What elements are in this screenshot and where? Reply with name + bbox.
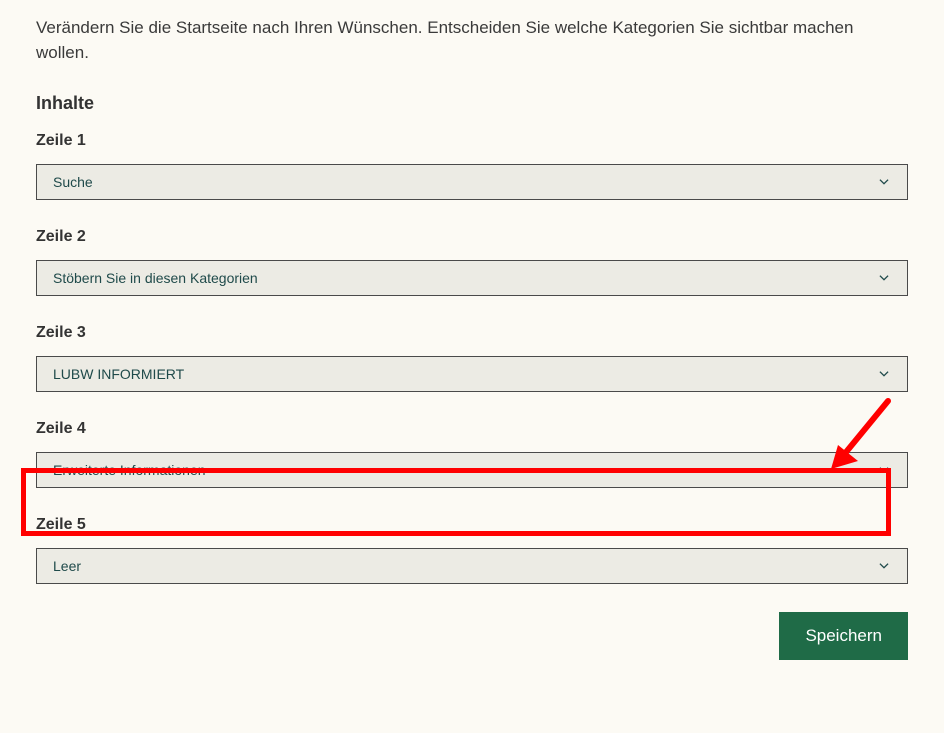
row2-label: Zeile 2 (36, 228, 908, 246)
intro-text: Verändern Sie die Startseite nach Ihren … (36, 16, 908, 65)
row3-select[interactable]: LUBW INFORMIERT (36, 356, 908, 392)
chevron-down-icon (877, 559, 891, 573)
chevron-down-icon (877, 271, 891, 285)
chevron-down-icon (877, 175, 891, 189)
row2-select[interactable]: Stöbern Sie in diesen Kategorien (36, 260, 908, 296)
row1-label: Zeile 1 (36, 132, 908, 150)
row5-select[interactable]: Leer (36, 548, 908, 584)
chevron-down-icon (877, 463, 891, 477)
row3-select-value: LUBW INFORMIERT (53, 366, 184, 382)
section-heading: Inhalte (36, 93, 908, 114)
row1-select-value: Suche (53, 174, 93, 190)
row2-select-value: Stöbern Sie in diesen Kategorien (53, 270, 258, 286)
chevron-down-icon (877, 367, 891, 381)
row4-select-value: Erweiterte Informationen (53, 462, 206, 478)
row5-label: Zeile 5 (36, 516, 908, 534)
row4-label: Zeile 4 (36, 420, 908, 438)
row5-select-value: Leer (53, 558, 81, 574)
save-button[interactable]: Speichern (779, 612, 908, 660)
row3-label: Zeile 3 (36, 324, 908, 342)
row4-select[interactable]: Erweiterte Informationen (36, 452, 908, 488)
row1-select[interactable]: Suche (36, 164, 908, 200)
